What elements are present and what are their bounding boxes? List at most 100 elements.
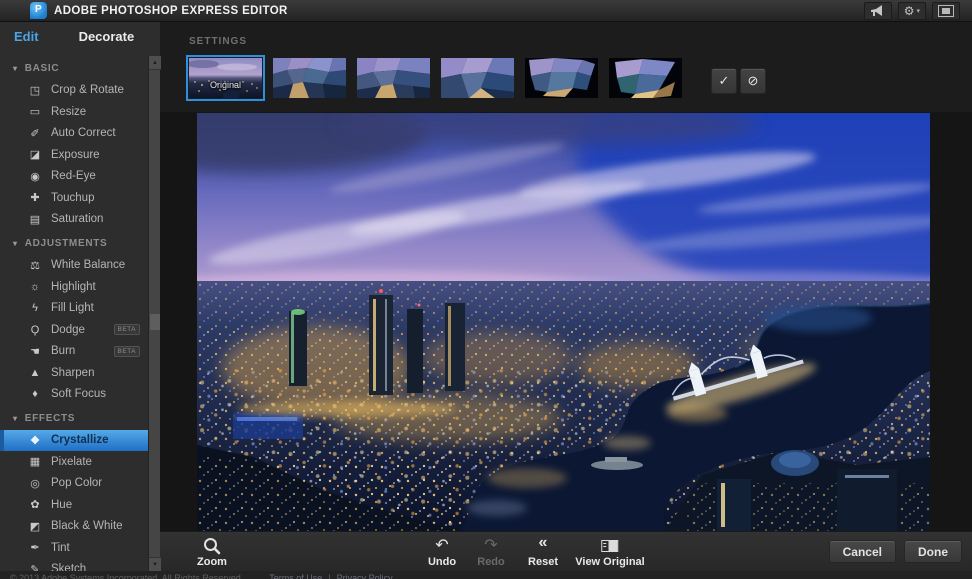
preset-thumbnail-3[interactable] [357,58,430,98]
zoom-label: Zoom [197,556,227,568]
action-buttons: Cancel Done [828,540,962,563]
preset-actions: ✓ ⊘ [711,68,766,94]
lightbulb-icon: ☼ [29,280,41,293]
sidebar-item-white-balance[interactable]: ⚖ White Balance [0,255,148,277]
sidebar-item-auto-correct[interactable]: ✐ Auto Correct [0,123,148,145]
preset-thumbnail-6[interactable] [609,58,682,98]
cityscape-image [197,113,930,531]
tab-decorate[interactable]: Decorate [79,29,135,44]
sidebar-item-soft-focus[interactable]: ♦ Soft Focus [0,384,148,406]
feedback-button[interactable] [863,2,892,20]
item-label: Resize [51,105,87,118]
sidebar-item-touchup[interactable]: ✚ Touchup [0,187,148,209]
sidebar-item-exposure[interactable]: ◪ Exposure [0,144,148,166]
settings-menu-button[interactable]: ⚙ ▾ [897,2,926,20]
sidebar-item-saturation[interactable]: ▤ Saturation [0,209,148,231]
preset-thumbnails: Original [186,55,682,101]
item-label: Soft Focus [51,388,106,401]
crystallize-preview-2 [357,58,430,98]
checkmark-icon: ✓ [718,73,730,88]
item-label: Auto Correct [51,127,116,140]
photo-london-cityscape[interactable] [197,113,930,531]
sidebar-item-highlight[interactable]: ☼ Highlight [0,276,148,298]
undo-icon: ↶ [435,537,449,554]
crop-icon: ◳ [29,84,41,97]
canvas-area [160,112,972,531]
item-label: Pixelate [51,455,92,468]
done-button[interactable]: Done [904,540,962,563]
item-label: Touchup [51,191,95,204]
discard-effect-button[interactable]: ⊘ [740,68,766,94]
sidebar-item-black-white[interactable]: ◩ Black & White [0,516,148,538]
settings-label: SETTINGS [189,36,248,47]
sidebar-item-dodge[interactable]: Ϙ Dodge BETA [0,319,148,341]
fullscreen-icon [938,5,954,17]
item-label: White Balance [51,259,126,272]
scroll-up-icon[interactable]: ▲ [149,56,161,70]
gear-icon: ⚙ [903,4,915,18]
cancel-button[interactable]: Cancel [828,540,896,563]
section-basic[interactable]: ▾ BASIC [0,58,148,80]
section-title: BASIC [24,63,60,75]
scroll-down-icon[interactable]: ▼ [149,557,161,571]
redo-label: Redo [477,556,505,568]
scrollbar-thumb[interactable] [150,314,160,330]
collapse-caret-icon: ▾ [13,64,18,74]
section-title: EFFECTS [24,413,76,425]
section-title: ADJUSTMENTS [24,238,108,250]
sidebar-item-tint[interactable]: ✒ Tint [0,537,148,559]
sidebar-item-resize[interactable]: ▭ Resize [0,101,148,123]
preset-thumbnail-5[interactable] [525,58,598,98]
reset-button[interactable]: « Reset [528,534,558,570]
section-effects[interactable]: ▾ EFFECTS [0,408,148,430]
target-icon: ◎ [30,477,40,490]
item-label: Saturation [51,213,104,226]
view-original-button[interactable]: View Original [575,534,645,570]
item-label: Burn [51,345,76,358]
section-adjustments[interactable]: ▾ ADJUSTMENTS [0,233,148,255]
fullscreen-button[interactable] [932,2,960,20]
magnifier-icon [203,537,221,554]
sidebar-item-crop-rotate[interactable]: ◳ Crop & Rotate [0,80,148,102]
original-preview [189,58,262,98]
mode-tabs: Edit Decorate [0,22,160,50]
privacy-policy-link[interactable]: Privacy Policy [337,573,393,579]
reset-label: Reset [528,556,558,568]
redo-button[interactable]: ↷ Redo [477,534,505,570]
apply-effect-button[interactable]: ✓ [711,68,737,94]
beta-badge: BETA [113,345,140,357]
original-label: Original [209,80,241,90]
zoom-tool[interactable]: Zoom [197,534,227,570]
undo-button[interactable]: ↶ Undo [428,534,456,570]
beta-badge: BETA [113,324,140,336]
sidebar-item-burn[interactable]: ☚ Burn BETA [0,341,148,363]
sidebar-item-fill-light[interactable]: ϟ Fill Light [0,298,148,320]
terms-of-use-link[interactable]: Terms of Use [269,573,322,579]
item-label: Sharpen [51,366,95,379]
sidebar-item-crystallize[interactable]: ❖ Crystallize [0,429,148,451]
footer-strip: © 2013 Adobe Systems Incorporated. All R… [0,571,972,579]
sidebar-scrollbar[interactable]: ▲ ▼ [148,56,161,571]
sidebar-item-red-eye[interactable]: ◉ Red-Eye [0,166,148,188]
sharpen-icon: ▲ [29,366,41,379]
sidebar-item-pop-color[interactable]: ◎ Pop Color [0,473,148,495]
sidebar-item-hue[interactable]: ✿ Hue [0,494,148,516]
sidebar-item-pixelate[interactable]: ▦ Pixelate [0,451,148,473]
collapse-caret-icon: ▾ [13,414,18,424]
preset-thumbnail-4[interactable] [441,58,514,98]
view-original-label: View Original [575,556,645,568]
photoshop-express-window: ADOBE PHOTOSHOP EXPRESS EDITOR ⚙ ▾ [0,0,972,579]
crystallize-preview-1 [273,58,346,98]
bottom-toolbar: Zoom ↶ Undo ↷ Redo « Reset View Original… [160,531,972,571]
item-label: Fill Light [51,302,94,315]
eye-icon: ◉ [30,170,40,183]
cancel-circle-icon: ⊘ [747,73,759,88]
tool-list: ▾ BASIC ◳ Crop & Rotate ▭ Resize ✐ Auto … [0,50,148,571]
sidebar-item-sketch[interactable]: ✎ Sketch [0,559,148,571]
item-label: Exposure [51,148,100,161]
pencil-icon: ✎ [30,563,40,571]
tab-edit[interactable]: Edit [14,29,39,44]
sidebar-item-sharpen[interactable]: ▲ Sharpen [0,362,148,384]
preset-thumbnail-original[interactable]: Original [186,55,265,101]
preset-thumbnail-2[interactable] [273,58,346,98]
